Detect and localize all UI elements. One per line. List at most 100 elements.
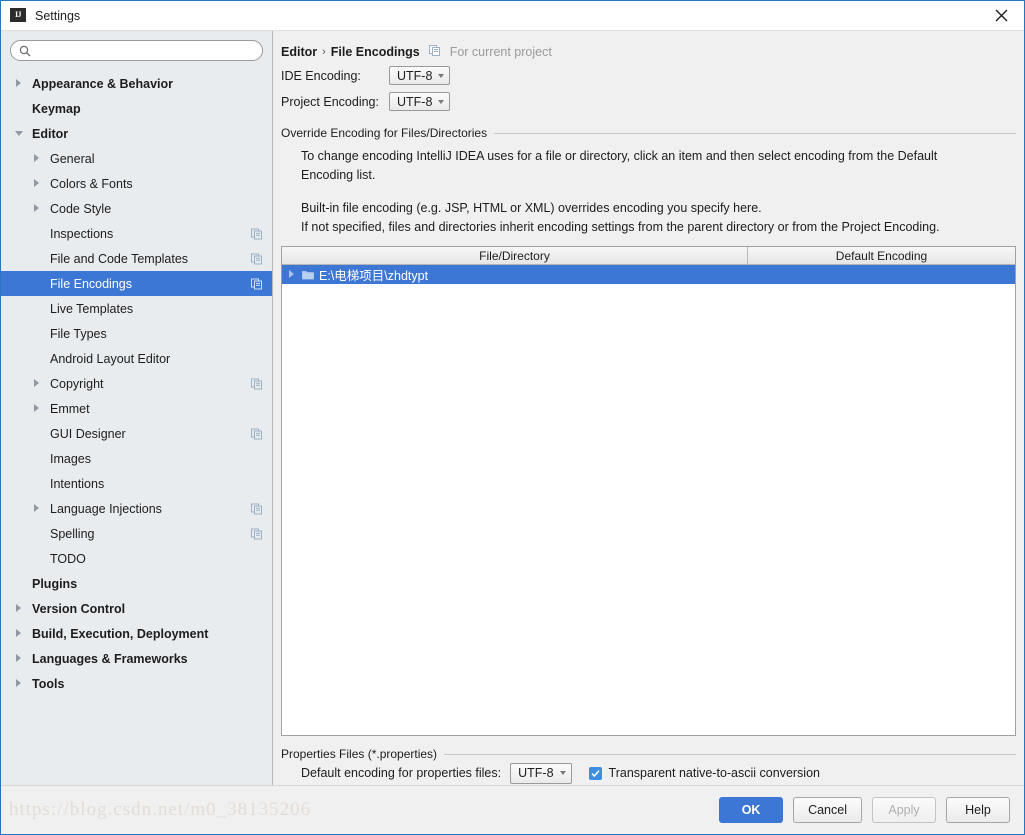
sidebar-item-images[interactable]: Images bbox=[1, 446, 272, 471]
help-button[interactable]: Help bbox=[946, 797, 1010, 823]
project-scope-icon bbox=[251, 503, 262, 514]
sidebar-item-emmet[interactable]: Emmet bbox=[1, 396, 272, 421]
properties-group-title: Properties Files (*.properties) bbox=[281, 747, 1016, 761]
sidebar-item-label: Build, Execution, Deployment bbox=[32, 627, 208, 641]
dialog-footer: https://blog.csdn.net/m0_38135206 OK Can… bbox=[1, 785, 1024, 834]
apply-button[interactable]: Apply bbox=[872, 797, 936, 823]
properties-encoding-label: Default encoding for properties files: bbox=[301, 766, 501, 780]
properties-files-group: Properties Files (*.properties) Default … bbox=[281, 747, 1016, 785]
project-encoding-combo[interactable]: UTF-8 bbox=[389, 92, 450, 111]
chevron-right-icon[interactable] bbox=[288, 270, 297, 279]
sidebar-item-code-style[interactable]: Code Style bbox=[1, 196, 272, 221]
ide-encoding-combo[interactable]: UTF-8 bbox=[389, 66, 450, 85]
column-header-file-directory[interactable]: File/Directory bbox=[282, 247, 748, 264]
search-input[interactable] bbox=[36, 43, 254, 59]
sidebar-item-language-injections[interactable]: Language Injections bbox=[1, 496, 272, 521]
sidebar-item-file-encodings[interactable]: File Encodings bbox=[1, 271, 272, 296]
encoding-table: File/Directory Default Encoding E:\电梯项目\… bbox=[281, 246, 1016, 736]
project-scope-icon bbox=[251, 528, 262, 539]
desc-spacer bbox=[301, 185, 1016, 199]
sidebar-item-plugins[interactable]: Plugins bbox=[1, 571, 272, 596]
override-encoding-group: Override Encoding for Files/Directories … bbox=[281, 126, 1016, 237]
properties-encoding-row: Default encoding for properties files: U… bbox=[281, 761, 1016, 785]
close-icon[interactable] bbox=[978, 1, 1024, 30]
sidebar-item-live-templates[interactable]: Live Templates bbox=[1, 296, 272, 321]
breadcrumb-current: File Encodings bbox=[331, 45, 420, 59]
properties-group-title-text: Properties Files (*.properties) bbox=[281, 747, 444, 761]
sidebar-item-file-and-code-templates[interactable]: File and Code Templates bbox=[1, 246, 272, 271]
ok-button[interactable]: OK bbox=[719, 797, 783, 823]
search-icon bbox=[19, 45, 31, 57]
chevron-right-icon[interactable] bbox=[15, 654, 24, 663]
sidebar-item-colors-fonts[interactable]: Colors & Fonts bbox=[1, 171, 272, 196]
chevron-down-icon bbox=[438, 100, 444, 104]
properties-encoding-value: UTF-8 bbox=[518, 766, 553, 780]
sidebar-item-version-control[interactable]: Version Control bbox=[1, 596, 272, 621]
chevron-down-icon bbox=[560, 771, 566, 775]
sidebar-item-editor[interactable]: Editor bbox=[1, 121, 272, 146]
column-header-default-encoding[interactable]: Default Encoding bbox=[748, 247, 1015, 264]
breadcrumb-parent[interactable]: Editor bbox=[281, 45, 317, 59]
ide-encoding-row: IDE Encoding: UTF-8 bbox=[281, 64, 1016, 87]
override-group-title-text: Override Encoding for Files/Directories bbox=[281, 126, 494, 140]
sidebar-item-label: Inspections bbox=[50, 227, 113, 241]
table-row[interactable]: E:\电梯项目\zhdtypt bbox=[282, 265, 1015, 284]
group-divider bbox=[444, 754, 1016, 755]
chevron-right-icon[interactable] bbox=[15, 629, 24, 638]
sidebar-item-file-types[interactable]: File Types bbox=[1, 321, 272, 346]
sidebar-item-label: Colors & Fonts bbox=[50, 177, 133, 191]
intellij-logo-icon: IJ bbox=[10, 8, 26, 24]
sidebar-item-tools[interactable]: Tools bbox=[1, 671, 272, 696]
cancel-button[interactable]: Cancel bbox=[793, 797, 862, 823]
chevron-right-icon[interactable] bbox=[33, 179, 42, 188]
sidebar-item-label: Languages & Frameworks bbox=[32, 652, 188, 666]
sidebar-item-label: Android Layout Editor bbox=[50, 352, 170, 366]
project-encoding-value: UTF-8 bbox=[397, 95, 432, 109]
sidebar-item-general[interactable]: General bbox=[1, 146, 272, 171]
check-icon bbox=[591, 769, 600, 778]
project-scope-icon bbox=[251, 228, 262, 239]
project-scope-icon bbox=[251, 278, 262, 289]
sidebar-item-todo[interactable]: TODO bbox=[1, 546, 272, 571]
project-encoding-label: Project Encoding: bbox=[281, 95, 389, 109]
sidebar-item-build-execution-deployment[interactable]: Build, Execution, Deployment bbox=[1, 621, 272, 646]
chevron-right-icon[interactable] bbox=[15, 679, 24, 688]
chevron-right-icon[interactable] bbox=[15, 604, 24, 613]
chevron-right-icon[interactable] bbox=[33, 154, 42, 163]
chevron-right-icon[interactable] bbox=[33, 504, 42, 513]
sidebar-item-android-layout-editor[interactable]: Android Layout Editor bbox=[1, 346, 272, 371]
table-cell-path: E:\电梯项目\zhdtypt bbox=[319, 265, 428, 284]
project-scope-icon bbox=[251, 428, 262, 439]
sidebar-item-inspections[interactable]: Inspections bbox=[1, 221, 272, 246]
sidebar-item-label: Plugins bbox=[32, 577, 77, 591]
chevron-down-icon[interactable] bbox=[15, 129, 24, 138]
sidebar-item-intentions[interactable]: Intentions bbox=[1, 471, 272, 496]
sidebar-item-label: Version Control bbox=[32, 602, 125, 616]
sidebar-item-copyright[interactable]: Copyright bbox=[1, 371, 272, 396]
chevron-right-icon[interactable] bbox=[33, 404, 42, 413]
chevron-down-icon bbox=[438, 74, 444, 78]
table-body: E:\电梯项目\zhdtypt bbox=[282, 265, 1015, 735]
sidebar-item-label: General bbox=[50, 152, 94, 166]
chevron-right-icon[interactable] bbox=[33, 379, 42, 388]
sidebar-item-label: File Types bbox=[50, 327, 107, 341]
chevron-right-icon[interactable] bbox=[15, 79, 24, 88]
override-group-title: Override Encoding for Files/Directories bbox=[281, 126, 1016, 140]
sidebar-item-appearance-behavior[interactable]: Appearance & Behavior bbox=[1, 71, 272, 96]
project-scope-icon bbox=[429, 45, 440, 59]
sidebar-item-label: TODO bbox=[50, 552, 86, 566]
chevron-right-icon[interactable] bbox=[33, 204, 42, 213]
override-desc-2b: If not specified, files and directories … bbox=[301, 218, 1016, 237]
sidebar-item-gui-designer[interactable]: GUI Designer bbox=[1, 421, 272, 446]
sidebar-item-languages-frameworks[interactable]: Languages & Frameworks bbox=[1, 646, 272, 671]
native-to-ascii-checkbox-wrap[interactable]: Transparent native-to-ascii conversion bbox=[589, 766, 820, 780]
breadcrumb-scope-label: For current project bbox=[450, 45, 552, 59]
ide-encoding-value: UTF-8 bbox=[397, 69, 432, 83]
properties-encoding-combo[interactable]: UTF-8 bbox=[510, 763, 571, 784]
native-to-ascii-checkbox[interactable] bbox=[589, 767, 602, 780]
sidebar-item-spelling[interactable]: Spelling bbox=[1, 521, 272, 546]
search-box[interactable] bbox=[10, 40, 263, 61]
sidebar-item-label: Editor bbox=[32, 127, 68, 141]
sidebar-item-keymap[interactable]: Keymap bbox=[1, 96, 272, 121]
sidebar-item-label: Live Templates bbox=[50, 302, 133, 316]
